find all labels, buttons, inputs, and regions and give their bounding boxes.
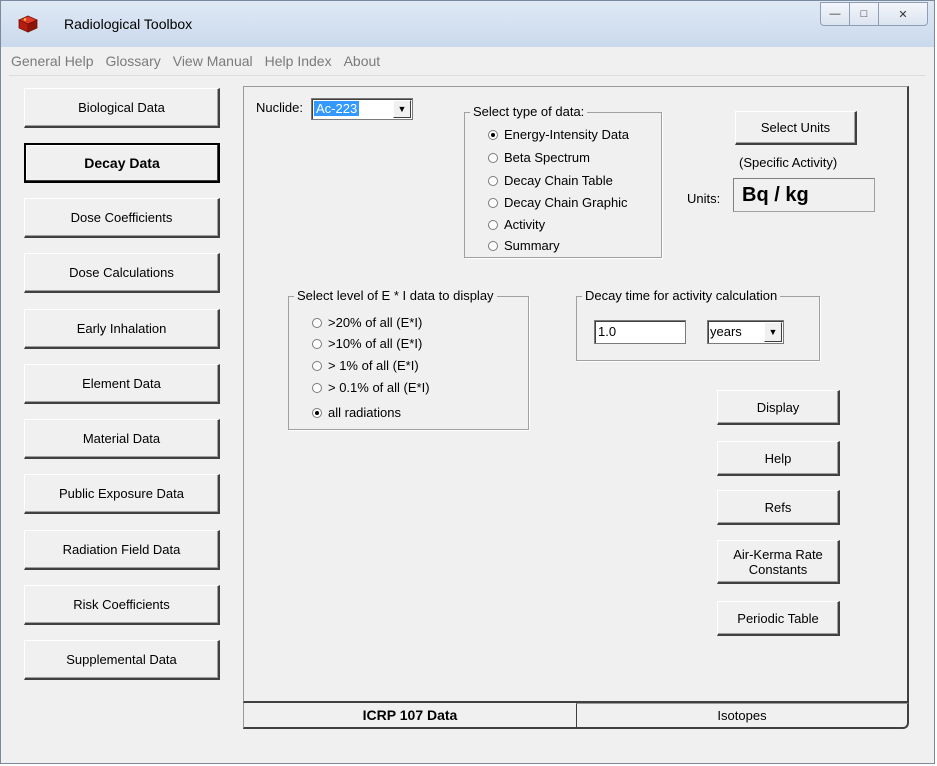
refs-button[interactable]: Refs [717, 490, 840, 525]
decay-time-title: Decay time for activity calculation [582, 288, 781, 303]
radio-activity[interactable]: Activity [488, 217, 545, 232]
radio-icon [488, 197, 498, 208]
window-controls: — □ ✕ [820, 2, 928, 28]
nuclide-select[interactable]: Ac-223 ▼ [311, 98, 413, 120]
sidebar-decay-data-button[interactable]: Decay Data [24, 143, 220, 183]
radio-icon [312, 360, 322, 371]
help-button[interactable]: Help [717, 441, 840, 476]
tab-isotopes[interactable]: Isotopes [576, 703, 909, 729]
sidebar-risk-coefficients-button[interactable]: Risk Coefficients [24, 585, 220, 625]
data-type-title: Select type of data: [470, 104, 588, 119]
decay-time-unit-value: years [710, 324, 742, 339]
window-title: Radiological Toolbox [64, 16, 193, 32]
radio-selected-icon [312, 407, 322, 418]
menu-view-manual[interactable]: View Manual [167, 53, 259, 69]
nuclide-value: Ac-223 [314, 101, 360, 116]
minimize-button[interactable]: — [820, 2, 850, 26]
sidebar-radiation-field-data-button[interactable]: Radiation Field Data [24, 530, 220, 570]
sidebar-biological-data-button[interactable]: Biological Data [24, 88, 220, 128]
radio-decay-chain-graphic[interactable]: Decay Chain Graphic [488, 195, 628, 210]
chevron-down-icon[interactable]: ▼ [393, 100, 411, 118]
radio-all-radiations[interactable]: all radiations [312, 405, 401, 420]
menu-general-help[interactable]: General Help [9, 53, 100, 69]
radio-selected-icon [488, 129, 498, 140]
radio-icon [312, 338, 322, 349]
radio-icon [488, 175, 498, 186]
radio-ei-20[interactable]: >20% of all (E*I) [312, 315, 422, 330]
air-kerma-button[interactable]: Air-Kerma Rate Constants [717, 540, 840, 584]
display-button[interactable]: Display [717, 390, 840, 425]
radio-energy-intensity[interactable]: Energy-Intensity Data [488, 127, 629, 142]
units-caption: (Specific Activity) [739, 155, 838, 170]
radio-ei-0-1[interactable]: > 0.1% of all (E*I) [312, 380, 430, 395]
radio-decay-chain-table[interactable]: Decay Chain Table [488, 173, 613, 188]
sidebar-material-data-button[interactable]: Material Data [24, 419, 220, 459]
radio-icon [488, 240, 498, 251]
menu-bar: General Help Glossary View Manual Help I… [9, 47, 926, 76]
units-value: Bq / kg [733, 178, 875, 212]
radio-icon [488, 219, 498, 230]
sidebar-dose-calculations-button[interactable]: Dose Calculations [24, 253, 220, 293]
title-bar: Radiological Toolbox — □ ✕ [1, 1, 934, 47]
menu-about[interactable]: About [338, 53, 387, 69]
radio-icon [312, 382, 322, 393]
close-button[interactable]: ✕ [878, 2, 928, 26]
minimize-icon: — [829, 8, 841, 20]
ei-level-title: Select level of E * I data to display [294, 288, 497, 303]
radio-beta-spectrum[interactable]: Beta Spectrum [488, 150, 590, 165]
decay-time-input[interactable]: 1.0 [594, 320, 686, 344]
sidebar-early-inhalation-button[interactable]: Early Inhalation [24, 309, 220, 349]
sidebar-dose-coefficients-button[interactable]: Dose Coefficients [24, 198, 220, 238]
radio-ei-10[interactable]: >10% of all (E*I) [312, 336, 422, 351]
select-units-button[interactable]: Select Units [735, 111, 857, 145]
radio-ei-1[interactable]: > 1% of all (E*I) [312, 358, 419, 373]
radio-summary[interactable]: Summary [488, 238, 560, 253]
sidebar-supplemental-data-button[interactable]: Supplemental Data [24, 640, 220, 680]
chevron-down-icon[interactable]: ▼ [764, 322, 782, 342]
sidebar-element-data-button[interactable]: Element Data [24, 364, 220, 404]
nuclide-label: Nuclide: [256, 100, 303, 115]
periodic-table-button[interactable]: Periodic Table [717, 601, 840, 636]
decay-time-unit-select[interactable]: years ▼ [707, 320, 784, 344]
sidebar-public-exposure-data-button[interactable]: Public Exposure Data [24, 474, 220, 514]
tab-icrp-107-data[interactable]: ICRP 107 Data [243, 703, 576, 729]
units-label: Units: [687, 191, 721, 206]
menu-glossary[interactable]: Glossary [100, 53, 167, 69]
radio-icon [488, 152, 498, 163]
app-cube-icon [18, 15, 38, 33]
close-icon: ✕ [898, 8, 908, 21]
maximize-button[interactable]: □ [849, 2, 879, 26]
maximize-icon: □ [860, 8, 868, 20]
radio-icon [312, 317, 322, 328]
menu-help-index[interactable]: Help Index [259, 53, 338, 69]
